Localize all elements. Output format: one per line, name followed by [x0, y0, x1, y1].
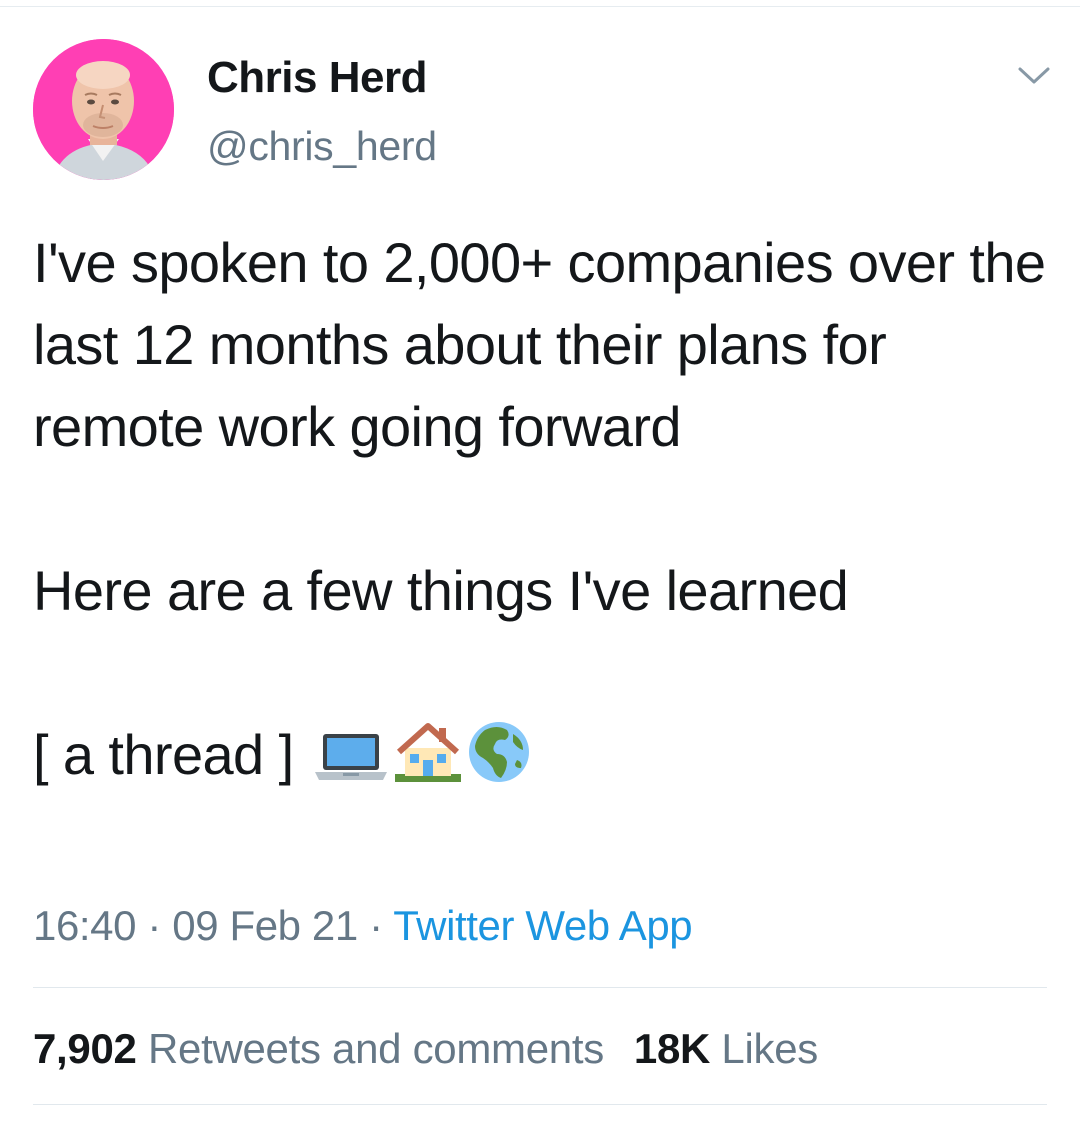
tweet-date[interactable]: 09 Feb 21	[172, 902, 358, 949]
likes-label: Likes	[721, 1025, 818, 1072]
laptop-emoji-icon	[313, 724, 389, 806]
avatar[interactable]	[33, 39, 174, 180]
tweet-stats: 7,902 Retweets and comments 18K Likes	[33, 1021, 818, 1077]
separator: ·	[147, 902, 161, 949]
likes-count: 18K	[633, 1025, 711, 1072]
separator: ·	[369, 902, 383, 949]
tweet-metadata: 16:40 · 09 Feb 21 · Twitter Web App	[33, 898, 693, 954]
retweets-count: 7,902	[33, 1025, 137, 1072]
likes-stat[interactable]: 18K Likes	[634, 1025, 818, 1072]
retweets-label: Retweets and comments	[147, 1025, 604, 1072]
tweet-source-link[interactable]: Twitter Web App	[393, 902, 692, 949]
tweet-body: I've spoken to 2,000+ companies over the…	[33, 222, 1053, 806]
tweet-text-paragraph-1: I've spoken to 2,000+ companies over the…	[33, 231, 1046, 458]
tweet-text-paragraph-2: Here are a few things I've learned	[33, 559, 849, 622]
author-name[interactable]: Chris Herd	[207, 52, 427, 104]
thread-label: [ a thread ]	[33, 723, 294, 786]
globe-emoji-icon	[467, 720, 531, 806]
top-divider	[0, 6, 1080, 7]
divider	[33, 987, 1047, 988]
tweet-text-paragraph-3: [ a thread ]	[33, 714, 1053, 806]
divider	[33, 1104, 1047, 1105]
chevron-down-icon[interactable]	[1012, 60, 1056, 92]
retweets-stat[interactable]: 7,902 Retweets and comments	[33, 1025, 604, 1072]
tweet-time[interactable]: 16:40	[33, 902, 137, 949]
house-with-garden-emoji-icon	[393, 722, 463, 806]
author-handle[interactable]: @chris_herd	[207, 121, 437, 171]
